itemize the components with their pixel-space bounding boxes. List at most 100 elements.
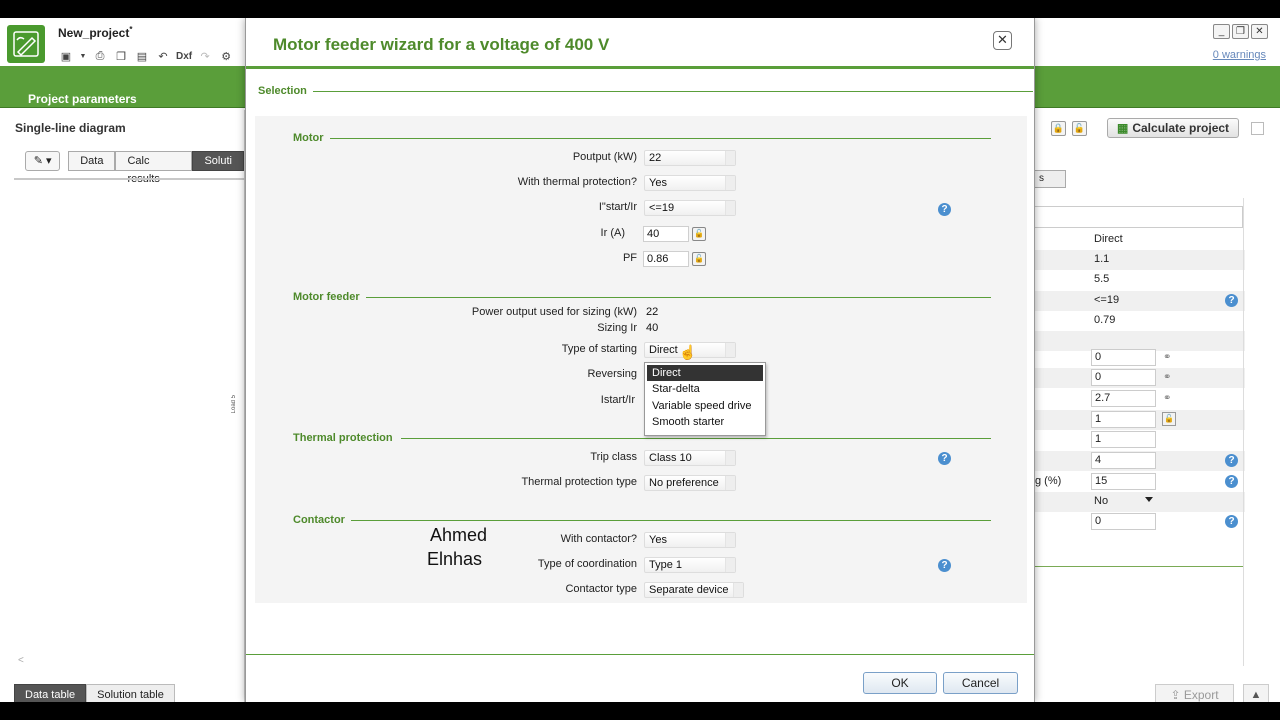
scroll-left-arrow[interactable]: < bbox=[18, 655, 24, 666]
tab-data[interactable]: Data bbox=[68, 151, 116, 171]
paste-icon[interactable]: ▤ bbox=[134, 49, 150, 63]
property-input[interactable]: 0 bbox=[1091, 369, 1156, 386]
help-icon[interactable]: ? bbox=[938, 559, 951, 572]
dxf-export-button[interactable]: Dxf bbox=[176, 51, 192, 62]
contactor-section-legend: Contactor bbox=[293, 514, 351, 526]
help-icon[interactable]: ? bbox=[1225, 515, 1238, 528]
chevron-down-icon bbox=[725, 558, 735, 572]
print-icon[interactable]: ⎙ bbox=[92, 49, 108, 63]
property-row: No bbox=[1035, 492, 1245, 512]
link-icon[interactable]: ⚭ bbox=[1163, 372, 1171, 383]
scroll-indicator: Load 5 bbox=[231, 395, 237, 414]
reversing-label: Reversing bbox=[587, 368, 637, 380]
help-icon[interactable]: ? bbox=[1225, 454, 1238, 467]
copy-icon[interactable]: ❐ bbox=[113, 49, 129, 63]
property-input[interactable]: 1 bbox=[1091, 431, 1156, 448]
unlock-icon[interactable]: 🔓 bbox=[692, 227, 706, 241]
property-row: g (%) 15? bbox=[1035, 472, 1245, 492]
type-of-coordination-label: Type of coordination bbox=[537, 558, 637, 570]
option-direct[interactable]: Direct bbox=[647, 365, 763, 381]
thermal-protection-select[interactable]: Yes bbox=[644, 175, 736, 191]
contactor-type-select[interactable]: Separate device bbox=[644, 582, 744, 598]
help-icon[interactable]: ? bbox=[1225, 294, 1238, 307]
poutput-select[interactable]: 22 bbox=[644, 150, 736, 166]
link-icon[interactable]: ⚭ bbox=[1163, 352, 1171, 363]
undo-icon[interactable]: ↶ bbox=[155, 49, 171, 63]
trip-class-label: Trip class bbox=[590, 451, 637, 463]
selection-legend: Selection bbox=[258, 85, 313, 97]
trip-class-select[interactable]: Class 10 bbox=[644, 450, 736, 466]
property-input[interactable]: 1 bbox=[1091, 411, 1156, 428]
type-of-coordination-select[interactable]: Type 1 bbox=[644, 557, 736, 573]
link-icon[interactable]: ⚭ bbox=[1163, 393, 1171, 404]
thermal-protection-type-select[interactable]: No preference bbox=[644, 475, 736, 491]
unlock-icon[interactable]: 🔓 bbox=[1072, 120, 1087, 136]
sizing-ir-value: 40 bbox=[646, 322, 659, 334]
save-icon[interactable]: ▣ bbox=[58, 49, 74, 63]
lock-icon[interactable]: 🔒 bbox=[1051, 120, 1066, 136]
property-row: 1 bbox=[1035, 430, 1245, 450]
collapse-icon[interactable] bbox=[1251, 121, 1265, 135]
chevron-down-icon bbox=[725, 176, 735, 190]
ir-input[interactable]: 40 bbox=[643, 226, 689, 242]
redo-icon[interactable]: ↷ bbox=[197, 49, 213, 63]
option-variable-speed-drive[interactable]: Variable speed drive bbox=[645, 398, 765, 415]
export-button[interactable]: ⇪ Export bbox=[1155, 684, 1234, 702]
chevron-down-icon[interactable] bbox=[1145, 497, 1153, 502]
pf-input[interactable]: 0.86 bbox=[643, 251, 689, 267]
property-row: 1 🔓 bbox=[1035, 410, 1245, 430]
section-divider bbox=[351, 520, 991, 521]
ok-button[interactable]: OK bbox=[863, 672, 937, 694]
property-row: Direct bbox=[1094, 233, 1123, 245]
option-star-delta[interactable]: Star-delta bbox=[645, 381, 765, 398]
istart-ir-label: Istart/Ir bbox=[600, 394, 635, 406]
property-row: 2.7 ⚭ bbox=[1035, 389, 1245, 409]
unlock-icon[interactable]: 🔓 bbox=[692, 252, 706, 266]
help-icon[interactable]: ? bbox=[1225, 475, 1238, 488]
tab-data-table[interactable]: Data table bbox=[14, 684, 87, 702]
watermark-line-1: Ahmed bbox=[430, 525, 488, 545]
restore-button[interactable]: ❐ bbox=[1232, 24, 1249, 39]
close-icon[interactable]: ✕ bbox=[993, 31, 1012, 50]
pencil-dropdown-button[interactable]: ✎ ▾ bbox=[25, 151, 61, 171]
dialog-title: Motor feeder wizard for a voltage of 400… bbox=[273, 35, 610, 54]
property-input[interactable]: 15 bbox=[1091, 473, 1156, 490]
panel-title: Single-line diagram bbox=[15, 121, 126, 135]
tab-solution[interactable]: Soluti bbox=[192, 151, 244, 171]
property-input[interactable]: 4 bbox=[1091, 452, 1156, 469]
section-divider bbox=[366, 297, 991, 298]
property-input[interactable]: 2.7 bbox=[1091, 390, 1156, 407]
option-smooth-starter[interactable]: Smooth starter bbox=[645, 414, 765, 431]
property-row: 5.5 bbox=[1094, 273, 1110, 285]
settings-icon[interactable]: ⚙ bbox=[218, 49, 234, 63]
property-input[interactable]: 0 bbox=[1091, 513, 1156, 530]
property-dropdown[interactable]: No bbox=[1094, 495, 1108, 507]
cancel-button[interactable]: Cancel bbox=[943, 672, 1018, 694]
istart-ratio-label: I"start/Ir bbox=[598, 201, 637, 213]
power-sizing-label: Power output used for sizing (kW) bbox=[471, 306, 637, 318]
property-input[interactable]: 0 bbox=[1091, 349, 1156, 366]
istart-ratio-select[interactable]: <=19 bbox=[644, 200, 736, 216]
calculate-project-button[interactable]: ▦ Calculate project bbox=[1107, 118, 1240, 138]
warnings-link[interactable]: 0 warnings bbox=[1213, 49, 1266, 61]
scroll-up-button[interactable]: ▲ bbox=[1243, 684, 1269, 702]
main-toolbar: ▣ ▼ ⎙ ❐ ▤ ↶ Dxf ↷ ⚙ bbox=[58, 49, 234, 63]
with-contactor-select[interactable]: Yes bbox=[644, 532, 736, 548]
properties-search-field[interactable] bbox=[1035, 206, 1243, 228]
panel-divider bbox=[14, 178, 246, 180]
help-icon[interactable]: ? bbox=[938, 203, 951, 216]
lock-icon[interactable]: 🔓 bbox=[1162, 412, 1176, 426]
close-button[interactable]: ✕ bbox=[1251, 24, 1268, 39]
tab-solution-table[interactable]: Solution table bbox=[86, 684, 175, 702]
help-icon[interactable]: ? bbox=[938, 452, 951, 465]
ir-label: Ir (A) bbox=[600, 227, 625, 239]
tab-calc-results[interactable]: Calc results bbox=[115, 151, 193, 185]
chevron-down-icon bbox=[733, 583, 743, 597]
property-row: 0.79 bbox=[1094, 314, 1116, 326]
properties-tab-button[interactable]: s bbox=[1035, 170, 1066, 188]
save-dropdown-icon[interactable]: ▼ bbox=[79, 49, 87, 63]
tab-project-parameters[interactable]: Project parameters bbox=[20, 92, 145, 108]
chevron-down-icon bbox=[725, 451, 735, 465]
property-row: 0 ⚭ bbox=[1035, 348, 1245, 368]
minimize-button[interactable]: _ bbox=[1213, 24, 1230, 39]
